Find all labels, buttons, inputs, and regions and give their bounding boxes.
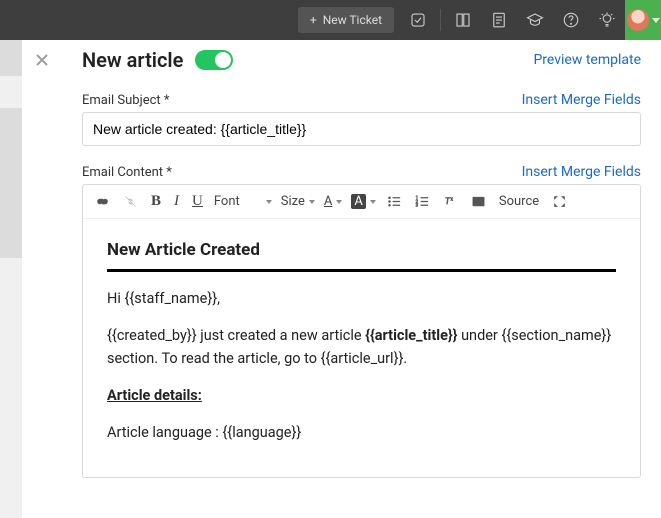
topbar: + New Ticket bbox=[0, 0, 661, 40]
notes-icon[interactable] bbox=[481, 0, 517, 40]
background-color-button[interactable]: A bbox=[351, 194, 375, 209]
avatar-icon bbox=[627, 9, 649, 31]
maximize-icon[interactable] bbox=[550, 192, 569, 211]
unlink-icon[interactable] bbox=[121, 192, 140, 211]
user-avatar-menu[interactable] bbox=[625, 0, 661, 40]
content-merge-link[interactable]: Insert Merge Fields bbox=[522, 164, 641, 180]
italic-button[interactable]: I bbox=[172, 191, 181, 212]
chevron-down-icon bbox=[336, 200, 342, 204]
book-icon[interactable] bbox=[445, 0, 481, 40]
chevron-down-icon bbox=[309, 200, 315, 204]
image-icon[interactable] bbox=[469, 192, 488, 211]
chevron-down-icon bbox=[266, 200, 272, 204]
svg-text:x: x bbox=[450, 196, 453, 202]
body-heading: New Article Created bbox=[107, 237, 616, 263]
lightbulb-icon[interactable] bbox=[589, 0, 625, 40]
svg-text:3: 3 bbox=[415, 204, 418, 209]
size-dropdown[interactable]: Size bbox=[281, 194, 315, 209]
chevron-down-icon bbox=[370, 200, 376, 204]
plus-icon: + bbox=[310, 13, 317, 27]
underline-button[interactable]: U bbox=[190, 191, 205, 212]
close-icon[interactable] bbox=[35, 52, 49, 518]
number-list-icon[interactable]: 123 bbox=[413, 192, 432, 211]
email-subject-input[interactable] bbox=[82, 112, 641, 146]
graduation-icon[interactable] bbox=[517, 0, 553, 40]
font-dropdown[interactable]: Font bbox=[214, 194, 272, 209]
chevron-down-icon bbox=[652, 18, 660, 23]
text-color-button[interactable]: A bbox=[324, 194, 342, 209]
page-title: New article bbox=[82, 48, 183, 72]
enabled-toggle[interactable] bbox=[195, 50, 233, 70]
language-line: Article language : {{language}} bbox=[107, 422, 616, 444]
subject-label: Email Subject * bbox=[82, 93, 169, 108]
editor-toolbar: B I U Font Size A A 123 Tx Source bbox=[83, 185, 640, 219]
bullet-list-icon[interactable] bbox=[385, 192, 404, 211]
editor-content[interactable]: New Article Created Hi {{staff_name}}, {… bbox=[83, 219, 640, 477]
content-label: Email Content * bbox=[82, 165, 172, 180]
divider bbox=[440, 9, 441, 31]
help-icon[interactable] bbox=[553, 0, 589, 40]
bold-button[interactable]: B bbox=[149, 191, 163, 212]
new-ticket-label: New Ticket bbox=[323, 13, 382, 27]
rich-text-editor: B I U Font Size A A 123 Tx Source New Ar… bbox=[82, 184, 641, 478]
sidebar-stubs bbox=[0, 40, 22, 262]
task-check-icon[interactable] bbox=[400, 0, 436, 40]
preview-template-link[interactable]: Preview template bbox=[533, 52, 641, 68]
details-heading: Article details: bbox=[107, 387, 202, 404]
source-button[interactable]: Source bbox=[497, 192, 541, 211]
body-line-1: {{created_by}} just created a new articl… bbox=[107, 325, 616, 370]
greeting-line: Hi {{staff_name}}, bbox=[107, 288, 616, 310]
clear-format-icon[interactable]: Tx bbox=[441, 192, 460, 211]
link-icon[interactable] bbox=[93, 192, 112, 211]
heading-rule bbox=[107, 269, 616, 272]
new-ticket-button[interactable]: + New Ticket bbox=[298, 7, 394, 33]
subject-merge-link[interactable]: Insert Merge Fields bbox=[522, 92, 641, 108]
